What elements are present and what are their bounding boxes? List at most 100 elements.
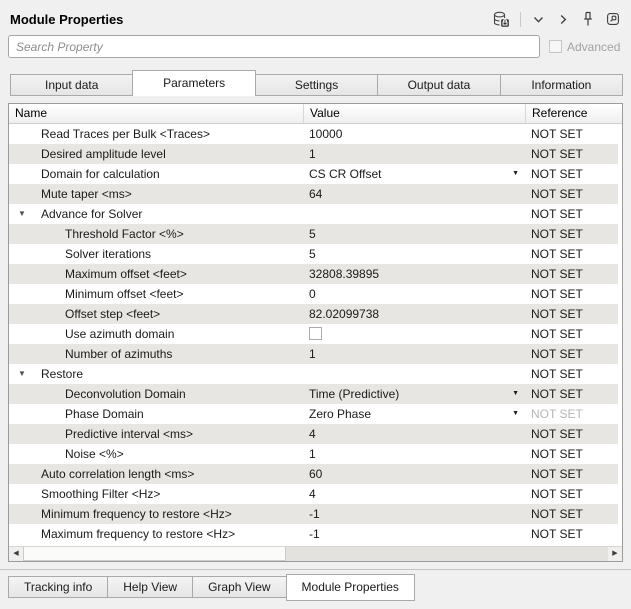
property-reference[interactable]: NOT SET [525, 464, 618, 484]
property-reference[interactable]: NOT SET [525, 344, 618, 364]
scroll-left-arrow-icon[interactable]: ◀ [9, 547, 23, 561]
table-row-noise[interactable]: Noise <%>1NOT SET [9, 444, 618, 464]
property-value-cell[interactable]: 1 [303, 144, 525, 164]
property-value: 5 [309, 247, 316, 261]
property-value-cell[interactable] [303, 204, 525, 224]
property-reference[interactable]: NOT SET [525, 364, 618, 384]
property-value-cell[interactable]: 0 [303, 284, 525, 304]
property-value-cell[interactable]: 10000 [303, 124, 525, 144]
column-header-reference[interactable]: Reference [525, 104, 618, 123]
property-reference[interactable]: NOT SET [525, 124, 618, 144]
column-header-name[interactable]: Name [9, 104, 303, 123]
value-checkbox[interactable] [309, 327, 322, 340]
title-bar-actions [492, 11, 621, 28]
property-value-cell[interactable]: 5 [303, 244, 525, 264]
table-row-predictive-interval-ms[interactable]: Predictive interval <ms> 4NOT SET [9, 424, 618, 444]
property-reference[interactable]: NOT SET [525, 484, 618, 504]
float-window-icon[interactable] [605, 11, 621, 27]
pin-icon[interactable] [581, 11, 595, 27]
search-input[interactable] [8, 35, 540, 58]
scrollbar-track[interactable] [286, 547, 608, 561]
table-row-maximum-offset-feet[interactable]: Maximum offset <feet>32808.39895NOT SET [9, 264, 618, 284]
bottom-tab-help-view[interactable]: Help View [107, 576, 193, 598]
table-row-auto-correlation-length-ms[interactable]: Auto correlation length <ms>60NOT SET [9, 464, 618, 484]
tab-information[interactable]: Information [500, 74, 623, 95]
property-reference[interactable]: NOT SET [525, 284, 618, 304]
tab-parameters[interactable]: Parameters [132, 70, 255, 96]
property-reference[interactable]: NOT SET [525, 204, 618, 224]
advanced-checkbox[interactable] [549, 40, 562, 53]
tab-output-data[interactable]: Output data [377, 74, 500, 95]
property-reference[interactable]: NOT SET [525, 184, 618, 204]
property-value-cell[interactable]: -1 [303, 524, 525, 544]
property-value: 0 [309, 287, 316, 301]
dropdown-arrow-icon[interactable]: ▼ [512, 404, 519, 424]
property-reference[interactable]: NOT SET [525, 424, 618, 444]
property-value-cell[interactable]: 1 [303, 344, 525, 364]
property-value-cell[interactable]: CS CR Offset ▼ [303, 164, 525, 184]
table-row-restore[interactable]: ▼RestoreNOT SET [9, 364, 618, 384]
bottom-tab-module-properties[interactable]: Module Properties [286, 574, 415, 601]
table-row-domain-for-calculation[interactable]: Domain for calculationCS CR Offset▼NOT S… [9, 164, 618, 184]
expander-down-icon[interactable]: ▼ [18, 204, 32, 224]
property-value-cell[interactable]: 1 [303, 444, 525, 464]
property-value-cell[interactable]: 60 [303, 464, 525, 484]
property-value-cell[interactable]: 32808.39895 [303, 264, 525, 284]
table-row-read-traces-per-bulk-traces[interactable]: Read Traces per Bulk <Traces>10000NOT SE… [9, 124, 618, 144]
chevron-down-icon[interactable] [531, 12, 546, 27]
tab-settings[interactable]: Settings [255, 74, 378, 95]
table-row-desired-amplitude-level[interactable]: Desired amplitude level1NOT SET [9, 144, 618, 164]
property-value-cell[interactable]: 4 [303, 484, 525, 504]
tab-input-data[interactable]: Input data [10, 74, 133, 95]
database-lock-icon[interactable] [492, 11, 510, 28]
dropdown-arrow-icon[interactable]: ▼ [512, 384, 519, 404]
property-reference[interactable]: NOT SET [525, 264, 618, 284]
table-row-offset-step-feet[interactable]: Offset step <feet>82.02099738NOT SET [9, 304, 618, 324]
property-value-cell[interactable] [303, 364, 525, 384]
property-reference[interactable]: NOT SET [525, 444, 618, 464]
property-reference[interactable]: NOT SET [525, 164, 618, 184]
property-reference[interactable]: NOT SET [525, 324, 618, 344]
property-reference[interactable]: NOT SET [525, 144, 618, 164]
property-reference[interactable]: NOT SET [525, 504, 618, 524]
table-row-threshold-factor[interactable]: Threshold Factor <%> 5NOT SET [9, 224, 618, 244]
property-value-cell[interactable]: 4 [303, 424, 525, 444]
property-value-cell[interactable]: Time (Predictive)▼ [303, 384, 525, 404]
property-value-cell[interactable]: 82.02099738 [303, 304, 525, 324]
property-reference[interactable]: NOT SET [525, 524, 618, 544]
property-name: Threshold Factor <%> [65, 224, 184, 244]
table-row-deconvolution-domain[interactable]: Deconvolution DomainTime (Predictive)▼NO… [9, 384, 618, 404]
bottom-tab-tracking-info[interactable]: Tracking info [8, 576, 108, 598]
table-row-use-azimuth-domain[interactable]: Use azimuth domain NOT SET [9, 324, 618, 344]
table-row-number-of-azimuths[interactable]: Number of azimuths1NOT SET [9, 344, 618, 364]
property-value-cell[interactable]: -1 [303, 504, 525, 524]
property-value-cell[interactable]: 5 [303, 224, 525, 244]
table-row-mute-taper-ms[interactable]: Mute taper <ms>64NOT SET [9, 184, 618, 204]
table-row-minimum-offset-feet[interactable]: Minimum offset <feet>0NOT SET [9, 284, 618, 304]
dropdown-arrow-icon[interactable]: ▼ [512, 164, 519, 184]
table-row-advance-for-solver[interactable]: ▼Advance for SolverNOT SET [9, 204, 618, 224]
property-name-cell: Use azimuth domain [9, 324, 303, 344]
property-reference[interactable]: NOT SET [525, 384, 618, 404]
property-value-cell[interactable]: Zero Phase▼ [303, 404, 525, 424]
chevron-right-icon[interactable] [556, 12, 571, 27]
column-header-value[interactable]: Value [303, 104, 525, 123]
table-row-phase-domain[interactable]: Phase DomainZero Phase▼NOT SET [9, 404, 618, 424]
property-value: CS CR Offset [309, 167, 381, 181]
scroll-right-arrow-icon[interactable]: ▶ [608, 547, 622, 561]
property-reference[interactable]: NOT SET [525, 304, 618, 324]
table-row-solver-iterations[interactable]: Solver iterations5NOT SET [9, 244, 618, 264]
property-value: 4 [309, 487, 316, 501]
property-reference[interactable]: NOT SET [525, 404, 618, 424]
table-row-maximum-frequency-to-restore-hz[interactable]: Maximum frequency to restore <Hz>-1NOT S… [9, 524, 618, 544]
property-reference[interactable]: NOT SET [525, 244, 618, 264]
property-name: Predictive interval <ms> [65, 424, 193, 444]
scrollbar-thumb[interactable] [23, 547, 286, 561]
table-row-smoothing-filter-hz[interactable]: Smoothing Filter <Hz>4NOT SET [9, 484, 618, 504]
expander-down-icon[interactable]: ▼ [18, 364, 32, 384]
bottom-tab-graph-view[interactable]: Graph View [192, 576, 286, 598]
property-reference[interactable]: NOT SET [525, 224, 618, 244]
property-value-cell[interactable]: 64 [303, 184, 525, 204]
property-value-cell[interactable] [303, 324, 525, 344]
table-row-minimum-frequency-to-restore-hz[interactable]: Minimum frequency to restore <Hz>-1NOT S… [9, 504, 618, 524]
